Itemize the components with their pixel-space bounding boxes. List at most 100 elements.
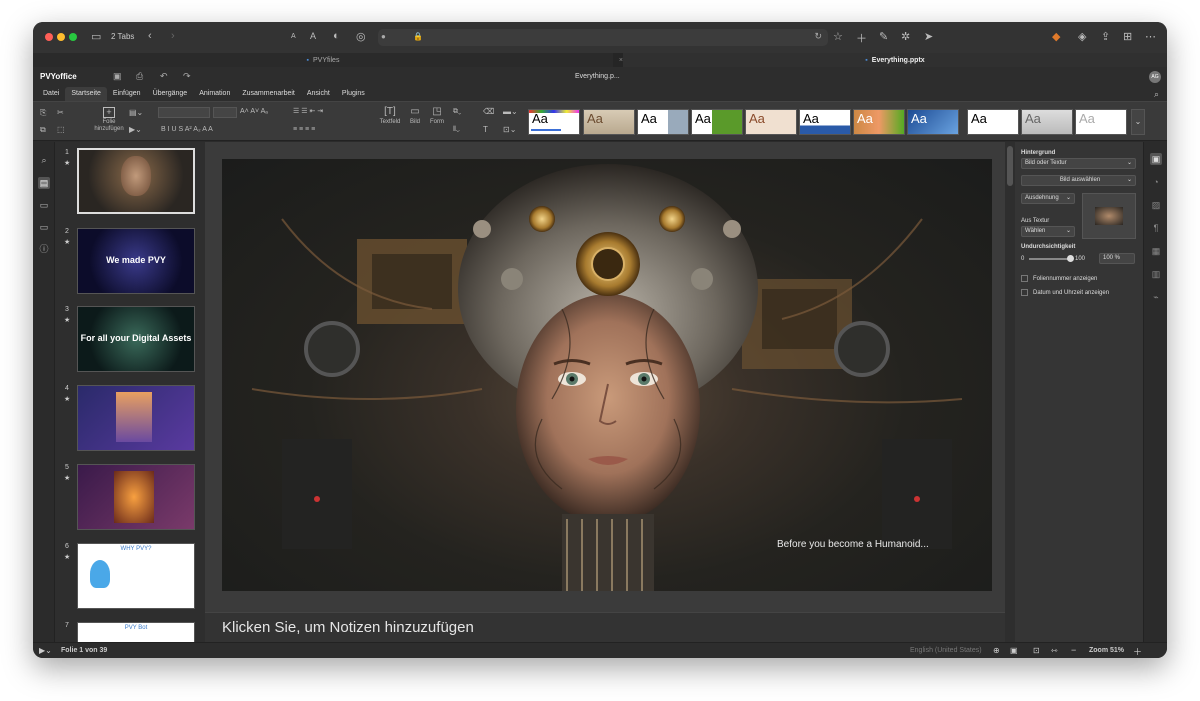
shield-icon[interactable]: ◐: [333, 30, 340, 42]
browser-tab-everything[interactable]: ▪ Everything.pptx: [623, 53, 1167, 67]
globe-icon[interactable]: ⊕: [993, 646, 1000, 655]
save-icon[interactable]: ▣: [113, 71, 122, 82]
date-time-checkbox[interactable]: [1021, 289, 1028, 296]
align-icons[interactable]: ≡ ≡ ≡ ≡: [293, 125, 315, 135]
minimize-window-button[interactable]: [57, 33, 65, 41]
forward-icon[interactable]: ›: [171, 30, 175, 42]
choose-image-button[interactable]: Bild auswählen ⌄: [1021, 175, 1136, 186]
search-icon[interactable]: ⌕: [38, 154, 50, 166]
notes-area[interactable]: Klicken Sie, um Notizen hinzuzufügen: [205, 612, 1005, 642]
slideshow-icon[interactable]: ▶⌄: [129, 125, 142, 135]
add-slide-button[interactable]: + Folie hinzufügen: [91, 107, 127, 133]
new-tab-icon[interactable]: ＋: [856, 30, 867, 46]
theme-3[interactable]: Aa: [637, 109, 689, 135]
themes-more-button[interactable]: ⌄: [1131, 109, 1145, 135]
slide-settings-icon[interactable]: ▣: [1150, 153, 1162, 165]
theme-7[interactable]: Aa: [853, 109, 905, 135]
menu-startseite[interactable]: Startseite: [65, 87, 107, 101]
shape-button[interactable]: ◳ Form: [428, 107, 446, 127]
chart-settings-icon[interactable]: ▥: [1150, 268, 1162, 280]
text-smaller-icon[interactable]: A: [291, 33, 296, 40]
texture-preview[interactable]: [1082, 193, 1136, 239]
undo-icon[interactable]: ↶: [160, 71, 168, 82]
paragraph-settings-icon[interactable]: ¶: [1150, 222, 1162, 234]
app-logo[interactable]: PVYoffice: [40, 72, 77, 81]
menu-datei[interactable]: Datei: [37, 87, 65, 101]
theme-8[interactable]: Aa: [907, 109, 959, 135]
redo-icon[interactable]: ↷: [183, 71, 191, 82]
copy-icon[interactable]: ⧉: [40, 125, 46, 135]
slide-thumb-1[interactable]: [77, 148, 195, 214]
more-icon[interactable]: ⋯: [1145, 30, 1156, 43]
menu-uebergaenge[interactable]: Übergänge: [147, 87, 194, 101]
diamond-icon[interactable]: ◈: [1078, 30, 1086, 43]
tab-overview-icon[interactable]: ⊞: [1123, 30, 1132, 43]
close-window-button[interactable]: [45, 33, 53, 41]
image-settings-icon[interactable]: ▨: [1150, 199, 1162, 211]
slides-panel-icon[interactable]: ▤: [38, 177, 50, 189]
theme-10[interactable]: Aa: [1021, 109, 1073, 135]
slide-thumb-7[interactable]: PVY Bot: [77, 622, 195, 642]
theme-4[interactable]: Aa: [691, 109, 743, 135]
textbox-button[interactable]: [T] Textfeld: [378, 107, 402, 127]
fill-type-select[interactable]: Bild oder Textur ⌄: [1021, 158, 1136, 169]
fit-width-icon[interactable]: ⇿: [1051, 646, 1058, 655]
texture-select[interactable]: Wählen ⌄: [1021, 226, 1075, 237]
menu-einfuegen[interactable]: Einfügen: [107, 87, 147, 101]
current-slide[interactable]: Before you become a Humanoid...: [222, 159, 992, 591]
image-button[interactable]: ▭ Bild: [407, 107, 423, 127]
settings-gear-icon[interactable]: ✲: [901, 30, 910, 43]
theme-1[interactable]: Aa: [528, 109, 580, 135]
eraser-icon[interactable]: ⌫: [483, 107, 494, 117]
color-scheme-icon[interactable]: ▬⌄: [503, 107, 518, 117]
menu-ansicht[interactable]: Ansicht: [301, 87, 336, 101]
menu-zusammenarbeit[interactable]: Zusammenarbeit: [236, 87, 301, 101]
slide-thumb-4[interactable]: [77, 385, 195, 451]
scroll-thumb[interactable]: [1007, 146, 1013, 186]
bookmark-star-icon[interactable]: ☆: [833, 30, 843, 43]
browser-tab-pvyfiles[interactable]: ▪ PVYfiles ×: [33, 53, 623, 67]
theme-2[interactable]: Aa: [583, 109, 635, 135]
opacity-slider-handle[interactable]: [1067, 255, 1074, 262]
zoom-in-icon[interactable]: ＋: [1133, 645, 1142, 658]
start-slideshow-icon[interactable]: ▶⌄: [39, 646, 52, 655]
theme-9[interactable]: Aa: [967, 109, 1019, 135]
opacity-input[interactable]: 100 %: [1099, 253, 1135, 264]
slide-size-icon[interactable]: ⊡⌄: [503, 125, 516, 135]
layout-icon[interactable]: ▤⌄: [129, 108, 143, 118]
stage-scrollbar[interactable]: [1005, 142, 1015, 642]
font-size-select[interactable]: [213, 107, 237, 118]
list-icons[interactable]: ☰ ☰ ⇤ ⇥: [293, 107, 323, 117]
menu-animation[interactable]: Animation: [193, 87, 236, 101]
address-bar[interactable]: ● 🔒 ↻: [378, 29, 828, 46]
theme-11[interactable]: Aa: [1075, 109, 1127, 135]
tabs-count[interactable]: 2 Tabs: [111, 32, 134, 41]
stretch-select[interactable]: Ausdehnung ⌄: [1021, 193, 1075, 204]
text-format-icons[interactable]: B I U S A² A₂ A A: [161, 125, 213, 135]
share-icon[interactable]: ⇪: [1101, 30, 1110, 43]
send-icon[interactable]: ➤: [924, 30, 933, 43]
zoom-out-icon[interactable]: −: [1071, 645, 1076, 655]
arrange-icon[interactable]: ⧉⌄: [453, 107, 461, 117]
shape-settings-icon[interactable]: ◔: [1150, 176, 1162, 188]
back-icon[interactable]: ‹: [148, 30, 152, 42]
sidebar-icon[interactable]: ▭: [91, 30, 101, 43]
slide-number-checkbox[interactable]: [1021, 275, 1028, 282]
info-icon[interactable]: ⓘ: [38, 243, 50, 255]
table-settings-icon[interactable]: ▦: [1150, 245, 1162, 257]
comments-icon[interactable]: ▭: [38, 199, 50, 211]
fit-slide-icon[interactable]: ⊡: [1033, 646, 1040, 655]
search-icon[interactable]: ⌕: [1154, 89, 1159, 100]
slide-thumb-6[interactable]: WHY PVY?: [77, 543, 195, 609]
zoom-window-button[interactable]: [69, 33, 77, 41]
print-icon[interactable]: ⎙: [136, 71, 143, 82]
text-larger-icon[interactable]: A: [310, 31, 316, 41]
slide-thumb-2[interactable]: We made PVY: [77, 228, 195, 294]
menu-plugins[interactable]: Plugins: [336, 87, 371, 101]
slide-thumb-5[interactable]: [77, 464, 195, 530]
font-grow-shrink-icons[interactable]: A˄ A˅ Aₐ: [240, 107, 268, 117]
clear-format-icon[interactable]: T: [483, 125, 488, 135]
slide-thumb-3[interactable]: For all your Digital Assets: [77, 306, 195, 372]
chat-icon[interactable]: ▭: [38, 221, 50, 233]
theme-6[interactable]: Aa: [799, 109, 851, 135]
